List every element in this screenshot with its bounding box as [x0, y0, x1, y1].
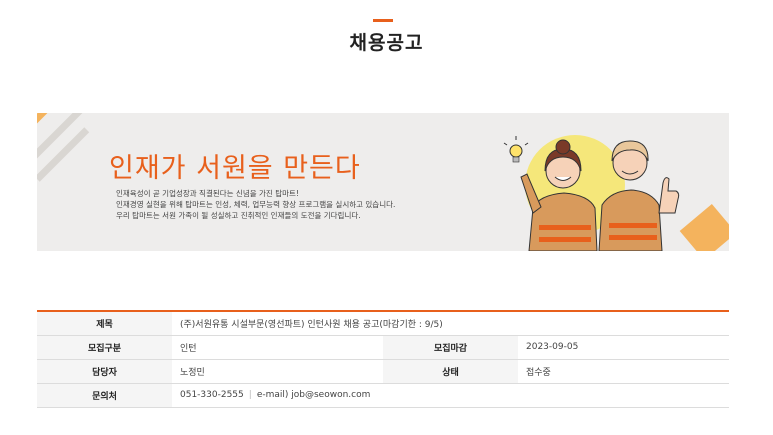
contact-phone: 051-330-2555 [180, 390, 244, 400]
staff-illustration [503, 135, 729, 251]
page-title: 채용공고 [349, 32, 424, 54]
recruit-banner: 인재가 서원을 만든다 인재육성이 곧 기업성장과 직결된다는 신념을 가진 탑… [37, 113, 729, 251]
title-value: (주)서원유통 시설부문(영선파트) 인턴사원 채용 공고(마감기한 : 9/5… [172, 311, 729, 336]
banner-stripe [679, 203, 729, 251]
banner-stripe [37, 113, 87, 173]
title-accent-bar [373, 19, 393, 22]
banner-stripe [37, 127, 90, 182]
category-value: 인턴 [172, 335, 383, 360]
banner-line: 우리 탑마트는 서원 가족이 될 성실하고 진취적인 인재들의 도전을 기다립니… [116, 211, 361, 220]
table-row: 문의처 051-330-2555 | e-mail) job@seowon.com [37, 383, 729, 408]
deadline-label: 모집마감 [383, 335, 518, 360]
divider: | [248, 390, 252, 400]
contact-value: 051-330-2555 | e-mail) job@seowon.com [172, 383, 729, 408]
manager-value: 노정민 [172, 359, 383, 384]
banner-line: 인재경영 실현을 위해 탑마트는 인성, 체력, 업무능력 향상 프로그램을 실… [116, 200, 396, 209]
banner-description: 인재육성이 곧 기업성장과 직결된다는 신념을 가진 탑마트! 인재경영 실현을… [116, 188, 395, 221]
title-label: 제목 [37, 311, 172, 336]
contact-email[interactable]: e-mail) job@seowon.com [257, 390, 371, 400]
table-row: 모집구분 인턴 모집마감 2023-09-05 [37, 335, 729, 360]
manager-label: 담당자 [37, 359, 172, 384]
status-value: 접수중 [518, 359, 729, 384]
status-label: 상태 [383, 359, 518, 384]
table-row: 제목 (주)서원유통 시설부문(영선파트) 인턴사원 채용 공고(마감기한 : … [37, 311, 729, 336]
banner-headline: 인재가 서원을 만든다 [109, 153, 361, 184]
job-info-table: 제목 (주)서원유통 시설부문(영선파트) 인턴사원 채용 공고(마감기한 : … [37, 310, 729, 408]
thumbs-up-icon [658, 177, 680, 214]
lightbulb-icon [503, 136, 529, 163]
deadline-value: 2023-09-05 [518, 335, 729, 360]
contact-label: 문의처 [37, 383, 172, 408]
category-label: 모집구분 [37, 335, 172, 360]
banner-line: 인재육성이 곧 기업성장과 직결된다는 신념을 가진 탑마트! [116, 189, 299, 198]
table-row: 담당자 노정민 상태 접수중 [37, 359, 729, 384]
